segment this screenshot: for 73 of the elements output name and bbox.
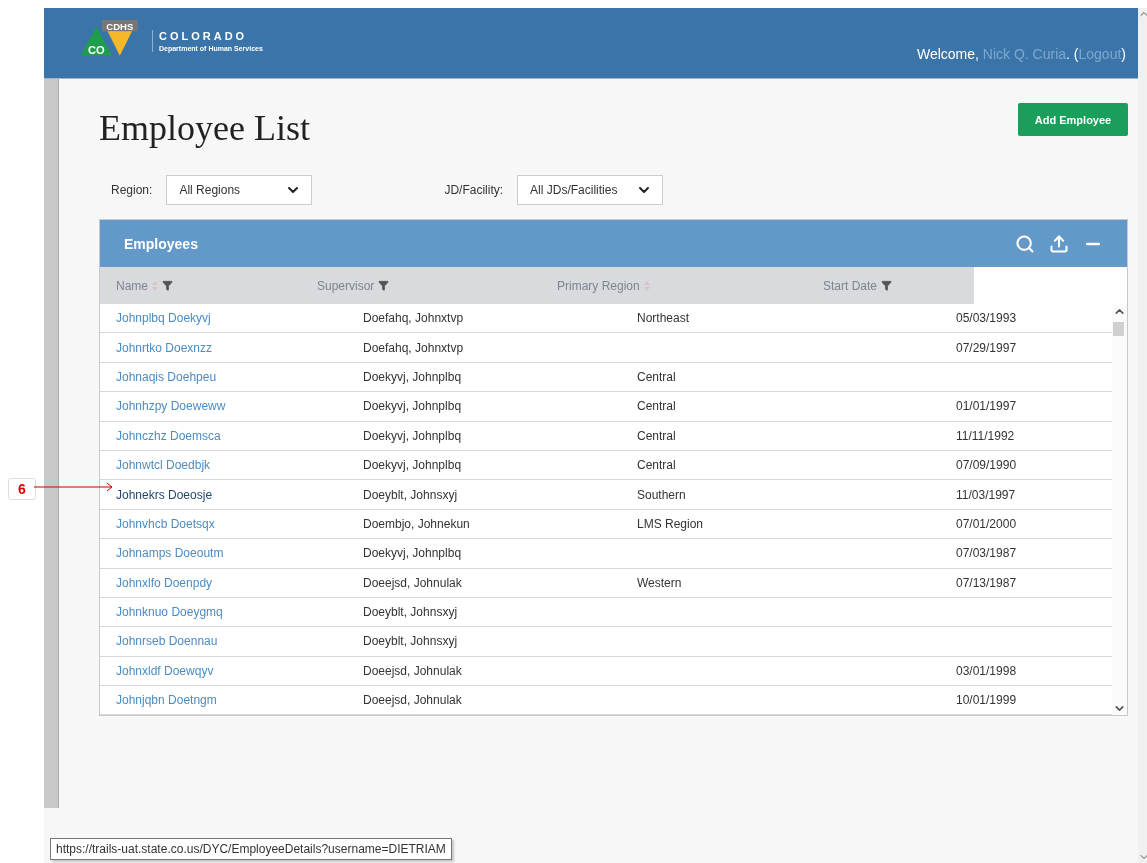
filter-icon[interactable] <box>881 280 893 291</box>
table-cell: 03/01/1998 <box>956 663 1017 678</box>
employee-name-link[interactable]: Johnxlfo Doenpdy <box>116 575 213 590</box>
scrollbar[interactable] <box>1112 304 1127 716</box>
column-header[interactable]: Primary Region <box>557 278 640 293</box>
employee-name-link[interactable]: Johnaqis Doehpeu <box>116 369 217 384</box>
table-cell: Doekyvj, Johnplbq <box>363 428 462 443</box>
page-title: Employee List <box>99 107 310 149</box>
logout-link[interactable]: Logout <box>1078 46 1122 62</box>
table-cell: 11/11/1992 <box>956 428 1015 443</box>
employee-name-link[interactable]: Johnwtcl Doedbjk <box>116 458 211 473</box>
employee-name-link[interactable]: Johnhzpy Doeweww <box>116 399 226 414</box>
welcome-text: Welcome, <box>916 46 980 62</box>
table-cell: Doeyblt, Johnsxyj <box>363 634 458 649</box>
table-cell: 07/09/1990 <box>956 458 1017 473</box>
scrollbar-thumb[interactable] <box>1113 322 1124 336</box>
table-cell: Doeejsd, Johnulak <box>363 693 462 708</box>
employee-name-link[interactable]: Johnxldf Doewqyv <box>116 663 214 678</box>
table-cell: Doekyvj, Johnplbq <box>363 399 462 414</box>
brand-title: COLORADO <box>159 30 249 42</box>
table-cell: 07/01/2000 <box>956 516 1017 531</box>
employee-name-link[interactable]: Johnczhz Doemsca <box>116 428 221 443</box>
table-cell: Doekyvj, Johnplbq <box>363 458 462 473</box>
table-cell: Western <box>637 575 682 590</box>
table-cell: Doembjo, Johnekun <box>363 516 470 531</box>
table-cell: Doekyvj, Johnplbq <box>363 369 462 384</box>
table-cell: 07/29/1997 <box>956 340 1017 355</box>
employee-name-link[interactable]: Johnrtko Doexnzz <box>116 340 213 355</box>
panel-title: Employees <box>124 235 198 252</box>
table-cell: Doekyvj, Johnplbq <box>363 546 462 561</box>
table-cell: Central <box>637 369 676 384</box>
punctuation-text: . ( <box>1066 46 1079 62</box>
table-cell: Doefahq, Johnxtvp <box>363 340 464 355</box>
upload-icon[interactable] <box>1049 233 1069 254</box>
table-cell: Doeyblt, Johnsxyj <box>363 487 458 502</box>
table-cell: Doeyblt, Johnsxyj <box>363 605 458 620</box>
search-icon[interactable] <box>1015 233 1035 254</box>
employee-name-link[interactable]: Johnrseb Doennau <box>116 634 218 649</box>
callout-number: 6 <box>8 478 36 500</box>
table-cell: Northeast <box>637 311 690 326</box>
table-cell: Central <box>637 399 676 414</box>
table-cell: 11/03/1997 <box>956 487 1016 502</box>
table-cell: 07/13/1987 <box>956 575 1017 590</box>
column-header[interactable]: Name <box>116 278 148 293</box>
table-cell: 07/03/1987 <box>956 546 1017 561</box>
column-header[interactable]: Supervisor <box>317 278 375 293</box>
table-cell: Doeejsd, Johnulak <box>363 575 462 590</box>
employee-name-link[interactable]: Johnvhcb Doetsqx <box>116 516 215 531</box>
employee-name-link[interactable]: Johnknuo Doeygmq <box>116 605 223 620</box>
table-cell: Southern <box>637 487 686 502</box>
filter-label: JD/Facility: <box>444 183 504 197</box>
employee-name-link[interactable]: Johnjqbn Doetngm <box>116 693 217 708</box>
column-header[interactable]: Start Date <box>823 278 878 293</box>
table-cell: Central <box>637 428 676 443</box>
table-cell: Central <box>637 458 676 473</box>
employee-name-link[interactable]: Johnamps Doeoutm <box>116 546 224 561</box>
table-cell: Doeejsd, Johnulak <box>363 663 462 678</box>
filter-icon[interactable] <box>162 280 173 291</box>
table-cell: Doefahq, Johnxtvp <box>363 311 464 326</box>
table-cell: 01/01/1997 <box>956 399 1017 414</box>
employee-name-link[interactable]: Johnplbq Doekyvj <box>116 311 211 326</box>
scrollbar[interactable] <box>44 79 59 808</box>
table-cell: 10/01/1999 <box>956 693 1017 708</box>
filter-label: Region: <box>111 183 153 197</box>
table-cell: 05/03/1993 <box>956 311 1017 326</box>
add-employee-button[interactable]: Add Employee <box>1018 103 1128 136</box>
table-cell: LMS Region <box>637 516 704 531</box>
status-url: https://trails-uat.state.co.us/DYC/EmployeeDetails?username=DIETRIAM <box>50 838 452 860</box>
employee-name-link[interactable]: Johnekrs Doeosje <box>116 487 213 502</box>
filter-dropdown[interactable]: All Regions <box>166 175 313 205</box>
filter-icon[interactable] <box>378 280 390 291</box>
punctuation-text: ) <box>1121 46 1126 62</box>
filter-dropdown[interactable]: All JDs/Facilities <box>517 175 664 205</box>
